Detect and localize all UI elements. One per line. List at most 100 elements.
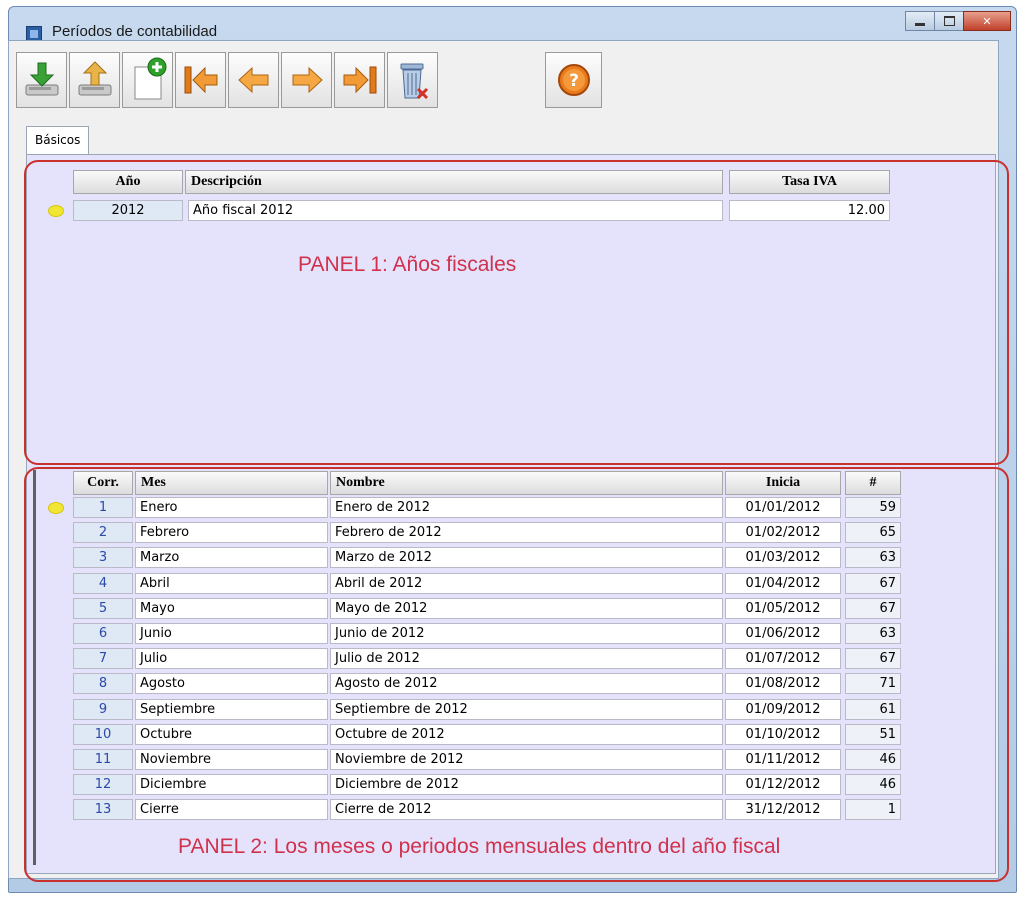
corr-cell[interactable]: 13 [73,799,133,820]
month-cell[interactable]: Mayo [135,598,328,619]
help-icon: ? [557,64,590,96]
trash-icon [400,63,428,100]
month-cell[interactable]: Agosto [135,673,328,694]
count-cell[interactable]: 67 [845,648,901,669]
panel-2-label: PANEL 2: Los meses o periodos mensuales … [178,835,781,858]
month-cell[interactable]: Septiembre [135,699,328,720]
start-date-cell[interactable]: 01/03/2012 [725,547,841,568]
corr-cell[interactable]: 11 [73,749,133,770]
toolbar [16,52,440,108]
next-record-button[interactable] [281,52,332,108]
count-cell[interactable]: 1 [845,799,901,820]
period-name-cell[interactable]: Febrero de 2012 [330,522,723,543]
period-name-cell[interactable]: Julio de 2012 [330,648,723,669]
start-date-cell[interactable]: 01/01/2012 [725,497,841,518]
header-vat-rate[interactable]: Tasa IVA [729,170,890,194]
header-corr[interactable]: Corr. [73,471,133,495]
start-date-cell[interactable]: 01/08/2012 [725,673,841,694]
corr-cell[interactable]: 9 [73,699,133,720]
count-cell[interactable]: 46 [845,774,901,795]
current-row-marker [48,205,64,217]
corr-cell[interactable]: 6 [73,623,133,644]
month-cell[interactable]: Marzo [135,547,328,568]
start-date-cell[interactable]: 01/07/2012 [725,648,841,669]
tab-strip: Básicos [26,126,90,154]
period-name-cell[interactable]: Enero de 2012 [330,497,723,518]
count-cell[interactable]: 61 [845,699,901,720]
header-description[interactable]: Descripción [185,170,723,194]
arrow-last-icon [343,66,376,94]
period-name-cell[interactable]: Octubre de 2012 [330,724,723,745]
month-cell[interactable]: Diciembre [135,774,328,795]
corr-cell[interactable]: 1 [73,497,133,518]
tab-basicos[interactable]: Básicos [26,126,90,154]
count-cell[interactable]: 59 [845,497,901,518]
start-date-cell[interactable]: 01/02/2012 [725,522,841,543]
corr-cell[interactable]: 7 [73,648,133,669]
period-name-cell[interactable]: Diciembre de 2012 [330,774,723,795]
month-cell[interactable]: Enero [135,497,328,518]
corr-cell[interactable]: 3 [73,547,133,568]
maximize-icon [943,16,955,26]
first-record-button[interactable] [175,52,226,108]
period-name-cell[interactable]: Marzo de 2012 [330,547,723,568]
help-button[interactable]: ? [545,52,602,108]
month-cell[interactable]: Cierre [135,799,328,820]
corr-cell[interactable]: 4 [73,573,133,594]
period-name-cell[interactable]: Noviembre de 2012 [330,749,723,770]
month-cell[interactable]: Octubre [135,724,328,745]
upload-button[interactable] [69,52,120,108]
corr-cell[interactable]: 5 [73,598,133,619]
header-name[interactable]: Nombre [330,471,723,495]
period-name-cell[interactable]: Septiembre de 2012 [330,699,723,720]
delete-button[interactable] [387,52,438,108]
upload-icon [78,61,111,96]
count-cell[interactable]: 63 [845,623,901,644]
count-cell[interactable]: 67 [845,573,901,594]
month-cell[interactable]: Junio [135,623,328,644]
count-cell[interactable]: 63 [845,547,901,568]
close-button[interactable]: ✕ [963,11,1011,31]
header-month[interactable]: Mes [135,471,328,495]
start-date-cell[interactable]: 01/06/2012 [725,623,841,644]
new-document-icon [134,57,166,100]
count-cell[interactable]: 46 [845,749,901,770]
period-name-cell[interactable]: Abril de 2012 [330,573,723,594]
download-save-button[interactable] [16,52,67,108]
start-date-cell[interactable]: 01/11/2012 [725,749,841,770]
new-record-button[interactable] [122,52,173,108]
count-cell[interactable]: 67 [845,598,901,619]
period-name-cell[interactable]: Agosto de 2012 [330,673,723,694]
minimize-button[interactable] [905,11,935,31]
start-date-cell[interactable]: 01/09/2012 [725,699,841,720]
period-name-cell[interactable]: Mayo de 2012 [330,598,723,619]
count-cell[interactable]: 65 [845,522,901,543]
period-name-cell[interactable]: Cierre de 2012 [330,799,723,820]
start-date-cell[interactable]: 01/05/2012 [725,598,841,619]
month-cell[interactable]: Febrero [135,522,328,543]
header-count[interactable]: # [845,471,901,495]
start-date-cell[interactable]: 31/12/2012 [725,799,841,820]
month-cell[interactable]: Noviembre [135,749,328,770]
header-year[interactable]: Año [73,170,183,194]
corr-cell[interactable]: 10 [73,724,133,745]
corr-cell[interactable]: 12 [73,774,133,795]
fiscal-description-field[interactable]: Año fiscal 2012 [188,200,723,221]
start-date-cell[interactable]: 01/04/2012 [725,573,841,594]
previous-record-button[interactable] [228,52,279,108]
vat-rate-field[interactable]: 12.00 [729,200,890,221]
maximize-button[interactable] [934,11,964,31]
last-record-button[interactable] [334,52,385,108]
corr-cell[interactable]: 2 [73,522,133,543]
header-start[interactable]: Inicia [725,471,841,495]
period-name-cell[interactable]: Junio de 2012 [330,623,723,644]
count-cell[interactable]: 51 [845,724,901,745]
panel-1-label: PANEL 1: Años fiscales [298,253,517,276]
count-cell[interactable]: 71 [845,673,901,694]
month-cell[interactable]: Abril [135,573,328,594]
month-cell[interactable]: Julio [135,648,328,669]
fiscal-year-cell[interactable]: 2012 [73,200,183,221]
start-date-cell[interactable]: 01/12/2012 [725,774,841,795]
corr-cell[interactable]: 8 [73,673,133,694]
start-date-cell[interactable]: 01/10/2012 [725,724,841,745]
